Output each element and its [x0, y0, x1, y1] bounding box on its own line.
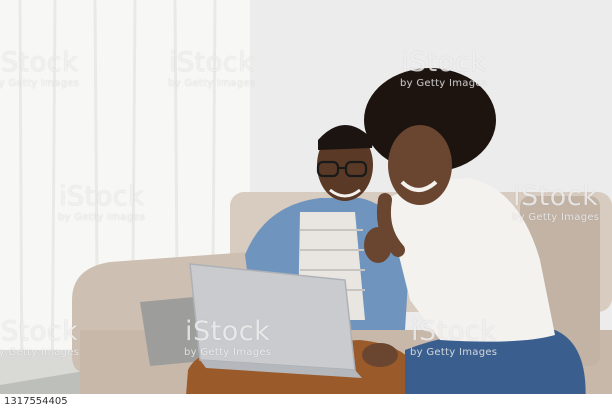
laptop	[189, 263, 356, 371]
woman-face	[388, 125, 452, 205]
photo-scene	[0, 0, 612, 408]
stock-photo: iStock by Getty Images iStock by Getty I…	[0, 0, 612, 408]
image-id: 1317554405	[4, 396, 68, 407]
image-id-bar	[0, 394, 612, 408]
